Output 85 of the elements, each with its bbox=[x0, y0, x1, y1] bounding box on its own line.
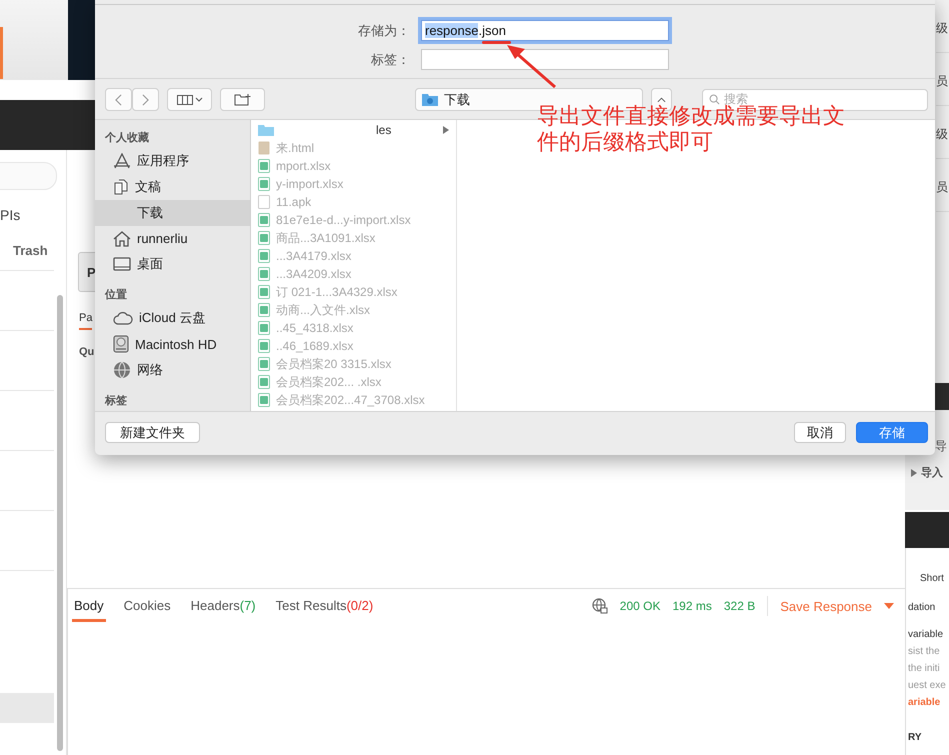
cloud-icon bbox=[113, 311, 133, 326]
spreadsheet-icon bbox=[258, 321, 270, 335]
list-item[interactable]: 级 bbox=[936, 110, 949, 159]
field-label: 标签： bbox=[370, 50, 411, 68]
spreadsheet-icon bbox=[258, 159, 270, 173]
html-file-icon bbox=[258, 141, 270, 155]
new-folder-button[interactable]: 新建文件夹 bbox=[105, 422, 200, 443]
folder-icon bbox=[422, 93, 438, 106]
home-icon bbox=[113, 230, 131, 247]
annotation-underline bbox=[482, 41, 511, 44]
spreadsheet-icon bbox=[258, 393, 270, 407]
chevron-up-icon bbox=[657, 96, 666, 102]
panel-text: dation bbox=[908, 601, 936, 615]
panel-text: sist the bbox=[908, 645, 941, 659]
sidebar-item[interactable]: 应用程序 bbox=[95, 148, 250, 174]
spreadsheet-icon bbox=[258, 267, 270, 281]
field-label: 存储为： bbox=[357, 22, 411, 40]
panel-text: RY bbox=[908, 731, 923, 745]
panel-text: the initi bbox=[908, 662, 941, 676]
panel-text: variable bbox=[908, 628, 944, 642]
section-heading: 个人收藏 bbox=[104, 130, 150, 145]
tags-field[interactable] bbox=[421, 49, 669, 70]
chevron-left-icon bbox=[115, 94, 122, 106]
accent-bar bbox=[0, 27, 3, 79]
sidebar-tab[interactable]: PIs bbox=[0, 207, 20, 223]
list-item[interactable]: 员 bbox=[936, 57, 949, 106]
spreadsheet-icon bbox=[258, 375, 270, 389]
response-time: 192 ms bbox=[672, 599, 712, 613]
tree-item[interactable]: 导入 bbox=[921, 465, 943, 480]
tree-item[interactable]: 导 bbox=[935, 438, 947, 455]
view-button[interactable] bbox=[167, 88, 212, 111]
spreadsheet-icon bbox=[258, 357, 270, 371]
list-item[interactable]: 级 bbox=[936, 4, 949, 53]
save-button[interactable]: 存储 bbox=[856, 422, 928, 443]
spreadsheet-icon bbox=[258, 213, 270, 227]
forward-button[interactable] bbox=[132, 88, 159, 111]
back-button[interactable] bbox=[105, 88, 132, 111]
header-bar bbox=[905, 512, 949, 548]
apps-icon bbox=[113, 152, 131, 169]
request-tab[interactable]: Pa bbox=[79, 312, 92, 330]
panel-text: Short bbox=[920, 572, 945, 586]
new-folder-button[interactable] bbox=[220, 88, 265, 111]
globe-lock-icon[interactable] bbox=[592, 598, 608, 614]
sidebar-item[interactable]: Macintosh HD bbox=[95, 331, 250, 358]
sidebar-item[interactable]: 下载 bbox=[95, 200, 250, 226]
desktop-icon bbox=[113, 257, 131, 272]
filename-field[interactable]: response.json bbox=[421, 20, 669, 41]
caret-icon[interactable] bbox=[911, 468, 917, 476]
sidebar-item[interactable]: runnerliu bbox=[95, 226, 250, 252]
spreadsheet-icon bbox=[258, 303, 270, 317]
panel-text: uest exe bbox=[908, 679, 947, 693]
columns-icon bbox=[176, 94, 202, 104]
spreadsheet-icon bbox=[258, 339, 270, 353]
spreadsheet-icon bbox=[258, 249, 270, 263]
trash-link[interactable]: Trash bbox=[13, 243, 48, 258]
status-code: 200 OK bbox=[620, 599, 660, 613]
spreadsheet-icon bbox=[258, 231, 270, 245]
file-name[interactable]: les bbox=[376, 123, 392, 137]
document-icon bbox=[113, 178, 129, 195]
sidebar-item[interactable]: 文稿 bbox=[95, 174, 250, 200]
new-folder-icon bbox=[234, 93, 252, 106]
list-item[interactable]: 员 bbox=[936, 163, 949, 212]
file-icon bbox=[258, 195, 270, 209]
folder-icon bbox=[258, 124, 274, 136]
globe-icon bbox=[113, 361, 131, 380]
section-label: Qu bbox=[79, 346, 94, 358]
disclosure-icon bbox=[443, 126, 449, 134]
response-tab[interactable]: Headers(7) bbox=[188, 590, 258, 622]
response-tab[interactable]: Cookies bbox=[122, 590, 173, 622]
chevron-right-icon bbox=[142, 94, 149, 106]
panel-text: ariable bbox=[908, 696, 942, 710]
sidebar-item[interactable]: iCloud 云盘 bbox=[95, 305, 250, 332]
response-tab[interactable]: Test Results(0/2) bbox=[274, 590, 376, 622]
scrollbar[interactable] bbox=[57, 295, 63, 751]
caret-icon[interactable] bbox=[884, 603, 894, 609]
cancel-button[interactable]: 取消 bbox=[794, 422, 846, 443]
response-tab[interactable]: Body bbox=[72, 590, 106, 622]
spreadsheet-icon bbox=[258, 177, 270, 191]
search-icon bbox=[709, 94, 720, 105]
section-heading: 位置 bbox=[104, 288, 128, 302]
section-heading: 标签 bbox=[104, 394, 128, 408]
response-size: 322 B bbox=[724, 599, 756, 613]
sidebar-item[interactable]: 网络 bbox=[95, 357, 250, 383]
spreadsheet-icon bbox=[258, 285, 270, 299]
search-field[interactable] bbox=[0, 162, 57, 190]
